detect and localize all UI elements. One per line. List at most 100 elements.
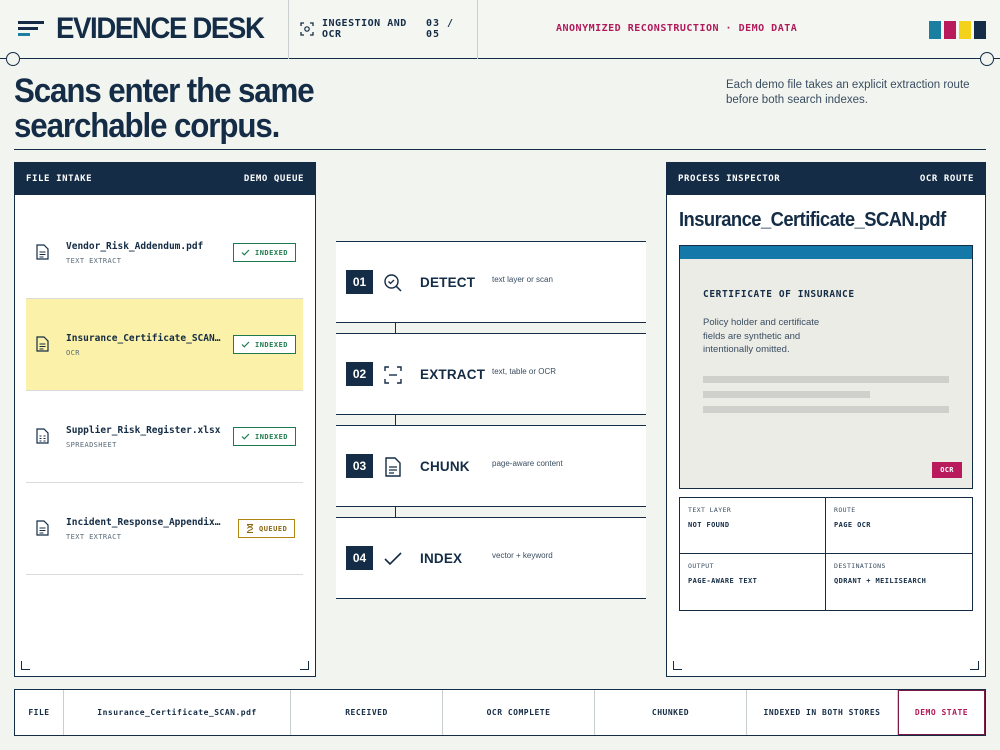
meta-label: TEXT LAYER xyxy=(688,506,732,514)
status-label: INDEXED xyxy=(255,248,289,257)
stage-hint: text, table or OCR xyxy=(492,367,557,376)
redacted-line xyxy=(703,391,870,398)
document-preview[interactable]: CERTIFICATE OF INSURANCE Policy holder a… xyxy=(679,245,973,489)
process-inspector-panel: PROCESS INSPECTOR OCR ROUTE Insurance_Ce… xyxy=(666,162,986,677)
stage-hint: page-aware content xyxy=(492,459,563,468)
inspector-file-title: Insurance_Certificate_SCAN.pdf xyxy=(679,209,946,231)
stage-number: 01 xyxy=(346,270,373,294)
stage-hint: text layer or scan xyxy=(492,275,553,284)
meta-cell: ROUTE PAGE OCR xyxy=(826,498,972,554)
redacted-line xyxy=(703,376,949,383)
app-title: EVIDENCE DESK xyxy=(56,12,265,45)
node-marker-icon xyxy=(6,52,20,66)
detect-icon xyxy=(384,274,402,292)
step-label: INGESTION AND OCR xyxy=(322,18,407,40)
meta-value: QDRANT + MEILISEARCH xyxy=(834,577,927,585)
meta-cell: TEXT LAYER NOT FOUND xyxy=(680,498,826,554)
pipeline-stage-detect[interactable]: 01 DETECT text layer or scan xyxy=(336,241,646,323)
spreadsheet-icon xyxy=(36,428,49,444)
header-divider xyxy=(288,0,289,59)
file-method: OCR xyxy=(66,349,80,357)
document-icon xyxy=(36,244,49,260)
stage-name: INDEX xyxy=(420,551,463,566)
status-badge: INDEXED xyxy=(233,335,297,354)
logo-icon xyxy=(18,21,44,37)
checkmark-icon xyxy=(384,552,402,566)
hourglass-icon xyxy=(247,524,254,533)
file-method: TEXT EXTRACT xyxy=(66,257,122,265)
corner-mark xyxy=(300,661,309,670)
status-label: INDEXED xyxy=(255,432,289,441)
meta-label: ROUTE xyxy=(834,506,856,514)
file-list-item[interactable]: Incident_Response_Appendix.pdf TEXT EXTR… xyxy=(26,483,303,575)
file-list-item-selected[interactable]: Insurance_Certificate_SCAN.pdf OCR INDEX… xyxy=(26,299,303,391)
file-list-item[interactable]: Vendor_Risk_Addendum.pdf TEXT EXTRACT IN… xyxy=(26,207,303,299)
file-name: Vendor_Risk_Addendum.pdf xyxy=(66,241,204,252)
status-file-value: Insurance_Certificate_SCAN.pdf xyxy=(64,690,291,735)
file-method: SPREADSHEET xyxy=(66,441,117,449)
swatch-yellow xyxy=(959,21,971,39)
header-divider xyxy=(477,0,478,59)
ocr-badge: OCR xyxy=(932,462,962,478)
corner-mark xyxy=(21,661,30,670)
metadata-grid: TEXT LAYER NOT FOUND ROUTE PAGE OCR OUTP… xyxy=(679,497,973,611)
panel-tag: OCR ROUTE xyxy=(919,174,974,184)
status-badge: INDEXED xyxy=(233,427,297,446)
corner-mark xyxy=(673,661,682,670)
swatch-teal xyxy=(929,21,941,39)
swatch-magenta xyxy=(944,21,956,39)
check-icon xyxy=(241,341,250,348)
file-intake-panel: FILE INTAKE DEMO QUEUE Vendor_Risk_Adden… xyxy=(14,162,316,677)
status-bar: FILE Insurance_Certificate_SCAN.pdf RECE… xyxy=(14,689,986,736)
scan-icon xyxy=(300,22,314,36)
panel-header: PROCESS INSPECTOR OCR ROUTE xyxy=(667,163,985,195)
stage-hint: vector + keyword xyxy=(492,551,553,560)
file-name: Incident_Response_Appendix.pdf xyxy=(66,517,226,528)
panel-title: PROCESS INSPECTOR xyxy=(678,174,781,184)
pipeline-stage-index[interactable]: 04 INDEX vector + keyword xyxy=(336,517,646,599)
status-step-received: RECEIVED xyxy=(291,690,443,735)
stage-connector xyxy=(395,507,396,517)
color-swatches xyxy=(929,21,986,39)
section-divider xyxy=(14,149,986,150)
meta-cell: OUTPUT PAGE-AWARE TEXT xyxy=(680,554,826,610)
demo-state-badge: DEMO STATE xyxy=(898,690,985,735)
demo-banner: ANONYMIZED RECONSTRUCTION · DEMO DATA xyxy=(556,23,798,34)
status-file-label: FILE xyxy=(15,690,64,735)
node-marker-icon xyxy=(980,52,994,66)
check-icon xyxy=(241,249,250,256)
page-description: Each demo file takes an explicit extract… xyxy=(726,79,970,106)
swatch-navy xyxy=(974,21,986,39)
document-body: Policy holder and certificate fields are… xyxy=(703,317,820,355)
pipeline-stage-extract[interactable]: 02 EXTRACT text, table or OCR xyxy=(336,333,646,415)
meta-label: DESTINATIONS xyxy=(834,562,886,570)
status-label: QUEUED xyxy=(259,524,288,533)
stage-name: DETECT xyxy=(420,275,476,290)
stage-number: 03 xyxy=(346,454,373,478)
status-step-ocr-complete: OCR COMPLETE xyxy=(443,690,595,735)
step-counter: 03 / 05 xyxy=(426,18,455,40)
status-label: INDEXED xyxy=(255,340,289,349)
status-step-indexed: INDEXED IN BOTH STORES xyxy=(747,690,898,735)
corner-mark xyxy=(970,661,979,670)
extract-icon xyxy=(384,366,402,384)
file-method: TEXT EXTRACT xyxy=(66,533,122,541)
stage-connector xyxy=(395,323,396,333)
meta-value: PAGE OCR xyxy=(834,521,871,529)
pipeline-stage-chunk[interactable]: 03 CHUNK page-aware content xyxy=(336,425,646,507)
meta-label: OUTPUT xyxy=(688,562,714,570)
panel-tag: DEMO QUEUE xyxy=(243,174,304,184)
status-step-chunked: CHUNKED xyxy=(595,690,747,735)
redacted-line xyxy=(703,406,949,413)
meta-value: NOT FOUND xyxy=(688,521,730,529)
stage-name: EXTRACT xyxy=(420,367,486,382)
panel-header: FILE INTAKE DEMO QUEUE xyxy=(15,163,315,195)
status-badge: QUEUED xyxy=(238,519,296,538)
stage-name: CHUNK xyxy=(420,459,470,474)
page-title: Scans enter the same searchable corpus. xyxy=(14,72,315,145)
meta-cell: DESTINATIONS QDRANT + MEILISEARCH xyxy=(826,554,972,610)
file-name: Insurance_Certificate_SCAN.pdf xyxy=(66,333,226,344)
document-header-bar xyxy=(680,246,972,259)
file-list-item[interactable]: Supplier_Risk_Register.xlsx SPREADSHEET … xyxy=(26,391,303,483)
chunk-document-icon xyxy=(385,457,401,477)
